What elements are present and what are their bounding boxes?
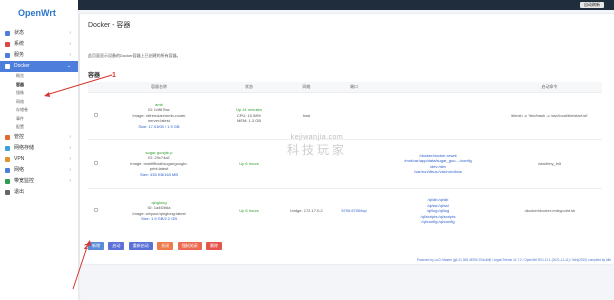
sidebar: OpenWrt 状态 › 系统 › 服务 › Docker ⌄ 概览 容器 镜像… [0, 0, 78, 300]
page-title: Docker - 容器 [88, 22, 131, 29]
col-mounts [379, 82, 497, 92]
sidebar-item-status[interactable]: 状态 › [0, 28, 78, 39]
sidebar-item-docker[interactable]: Docker ⌄ [0, 61, 78, 72]
vpn-icon [5, 156, 10, 162]
logout-icon [5, 189, 10, 195]
top-bar: 自动刷新 [0, 0, 614, 10]
container-mounts [379, 91, 497, 139]
sidebar-item-control[interactable]: 管控 › [0, 132, 78, 143]
action-buttons: 新增 启动 重新启动 关闭 强制关闭 删除 [88, 242, 225, 250]
logo: OpenWrt [18, 8, 56, 18]
sidebar-sub-volumes[interactable]: 存储卷 [0, 106, 78, 115]
sidebar-sub-events[interactable]: 事件 [0, 115, 78, 124]
network-icon [5, 167, 10, 173]
mount-entry: /var/run/dbus:/var/run/dbus [414, 169, 462, 174]
sidebar-item-services[interactable]: 服务 › [0, 50, 78, 61]
sidebar-item-label: Docker [14, 63, 30, 69]
col-command: 启动命令 [497, 82, 602, 92]
sidebar-item-vpn[interactable]: VPN › [0, 154, 78, 165]
control-icon [5, 134, 10, 140]
sidebar-item-logout[interactable]: 退出 [0, 187, 78, 198]
sidebar-item-label: 管控 [14, 133, 25, 140]
chevron-right-icon: › [69, 30, 71, 36]
services-icon [5, 53, 10, 58]
bandwidth-icon [5, 178, 10, 184]
sidebar-sub-networks[interactable]: 网络 [0, 98, 78, 107]
docker-icon [5, 64, 10, 69]
container-status: Up 6 hours [239, 160, 259, 166]
watermark-url: kejiwanjia.com [290, 134, 344, 141]
container-size: Size: 17.01KB / 1.9 GB [138, 123, 180, 129]
annotation-label-2: 2 [84, 244, 88, 251]
chevron-right-icon: › [69, 166, 71, 173]
sidebar-item-bandwidth[interactable]: 带宽监控 › [0, 176, 78, 187]
chevron-right-icon: › [69, 144, 71, 151]
delete-button[interactable]: 删除 [205, 242, 222, 250]
table-row[interactable]: qinglong ID: 1a4f2b6a Image: whyour/qing… [88, 187, 602, 233]
container-command: ./docker/docker-entrypoint.sh [497, 187, 602, 233]
sidebar-sub-containers[interactable]: 容器 [0, 81, 78, 90]
container-network: host [284, 91, 329, 139]
table-row[interactable]: amb ID: b4f67fac Image: rdfrenolan/mmb-r… [88, 91, 602, 139]
container-port: 5700:5700/tcp [329, 187, 379, 233]
sidebar-sub-config[interactable]: 配置 [0, 123, 78, 132]
sidebar-item-label: 状态 [14, 30, 25, 36]
watermark-text: 科技玩家 [286, 143, 347, 157]
status-icon [5, 31, 10, 36]
annotation-label-1: 1 [112, 72, 116, 79]
storage-icon [5, 145, 10, 151]
start-button[interactable]: 启动 [108, 242, 125, 250]
section-title: 容器 [88, 73, 101, 79]
chevron-right-icon: › [69, 177, 71, 184]
kill-button[interactable]: 强制关闭 [177, 242, 202, 250]
container-command: /bin/sh -c '/bin/bash -c /usr/local/bin/… [497, 91, 602, 139]
chevron-right-icon: › [69, 133, 71, 140]
col-status: 状态 [214, 82, 284, 92]
container-size: Size: 1.9 GB/2.2 GB [140, 216, 178, 222]
auto-refresh-badge[interactable]: 自动刷新 [580, 2, 604, 8]
container-size: Size: 435 KB/163 MB [139, 171, 179, 177]
sidebar-item-label: 网络存储 [14, 144, 35, 151]
watermark: kejiwanjia.com 科技玩家 [272, 134, 362, 158]
col-port: 端口 [329, 82, 379, 92]
container-mounts: /docker/docker-rewrit /mnt/usr/app/data/… [379, 138, 497, 188]
footer: Powered by LuCI Master (git-21.305.48760… [416, 258, 611, 262]
sidebar-item-label: 服务 [14, 52, 25, 58]
mount-entry: /ql/config:/ql/config [421, 219, 455, 224]
sidebar-item-system[interactable]: 系统 › [0, 39, 78, 50]
stop-button[interactable]: 关闭 [157, 242, 174, 250]
col-select [88, 82, 104, 92]
sidebar-sub-overview[interactable]: 概览 [0, 72, 78, 81]
container-mem: MEM: 1.3 GB [236, 118, 261, 124]
page-description: 此页面显示设备的Docker容器上已创建的所有容器。 [88, 53, 181, 58]
sidebar-item-storage[interactable]: 网络存储 › [0, 143, 78, 154]
chevron-right-icon: › [69, 155, 71, 162]
container-port [329, 91, 379, 139]
container-mounts: /ql/db:/ql/db /ql/ssl:/ql/ssl /ql/log:/q… [379, 187, 497, 233]
sidebar-menu: 状态 › 系统 › 服务 › Docker ⌄ 概览 容器 镜像 网络 存储卷 … [0, 28, 78, 198]
col-network: 网络 [284, 82, 329, 92]
row-checkbox[interactable] [94, 112, 98, 117]
add-button[interactable]: 新增 [88, 242, 104, 250]
container-network: bridge: 172.17.0.2 [284, 187, 329, 233]
sidebar-item-network[interactable]: 网络 › [0, 165, 78, 176]
chevron-down-icon: ⌄ [66, 63, 71, 69]
container-status: Up 6 hours [239, 208, 259, 213]
row-checkbox[interactable] [94, 208, 98, 212]
table-header: 容器名称 状态 网络 端口 启动命令 [88, 82, 602, 92]
sidebar-item-label: VPN [14, 155, 25, 162]
sidebar-item-label: 带宽监控 [14, 177, 35, 184]
container-command: /start/my_init [497, 138, 602, 188]
sidebar-item-label: 退出 [14, 188, 25, 195]
gear-icon [5, 42, 10, 47]
sidebar-item-label: 系统 [14, 41, 25, 47]
restart-button[interactable]: 重新启动 [128, 242, 153, 250]
col-name: 容器名称 [104, 82, 214, 92]
sidebar-item-label: 网络 [14, 166, 25, 173]
chevron-right-icon: › [69, 52, 71, 58]
sidebar-sub-images[interactable]: 镜像 [0, 89, 78, 98]
chevron-right-icon: › [69, 41, 71, 47]
row-checkbox[interactable] [94, 160, 98, 165]
